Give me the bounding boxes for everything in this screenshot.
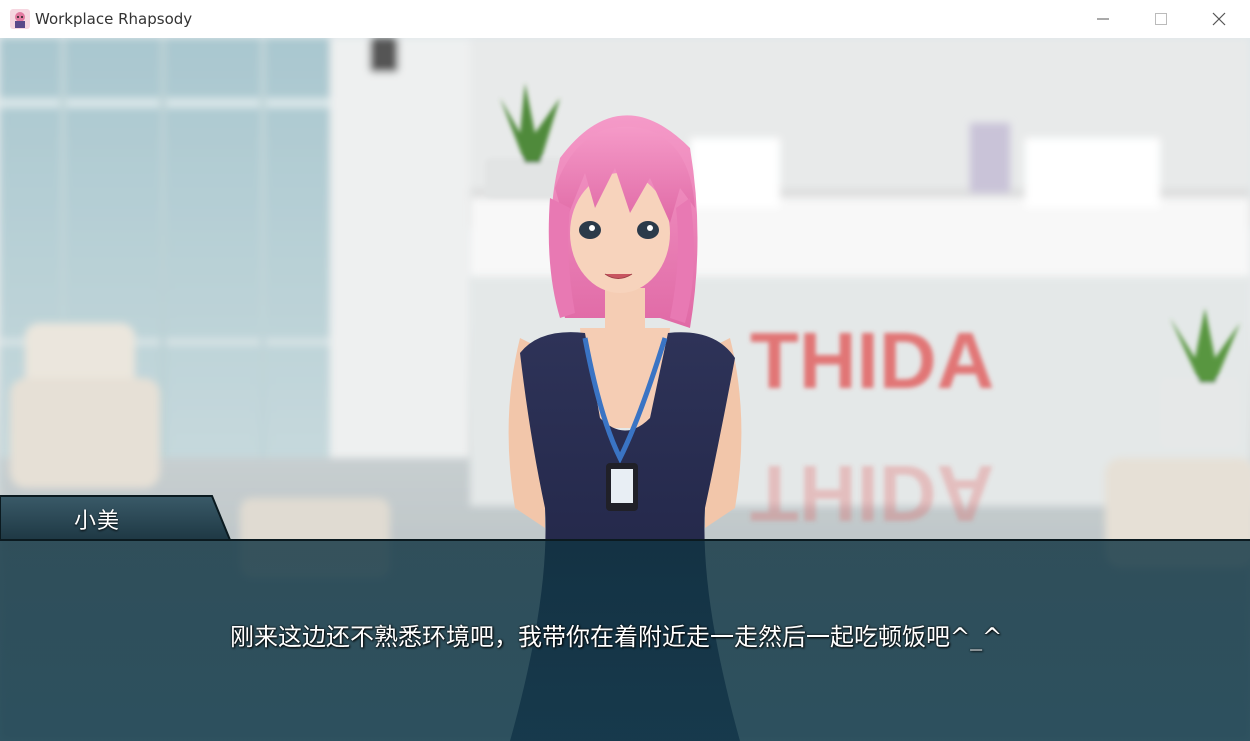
maximize-button[interactable] xyxy=(1132,0,1190,38)
title-bar[interactable]: Workplace Rhapsody xyxy=(0,0,1250,39)
maximize-icon xyxy=(1155,13,1167,25)
game-window: Workplace Rhapsody THIDA THIDA 小美 刚来这边还不… xyxy=(0,0,1250,741)
svg-text:THIDA: THIDA xyxy=(750,316,994,405)
dialogue-text: 刚来这边还不熟悉环境吧，我带你在着附近走一走然后一起吃顿饭吧^_^ xyxy=(230,623,1003,651)
close-icon xyxy=(1212,12,1226,26)
speaker-name: 小美 xyxy=(74,509,121,534)
window-title: Workplace Rhapsody xyxy=(35,10,193,28)
close-button[interactable] xyxy=(1190,0,1248,38)
minimize-button[interactable] xyxy=(1074,0,1132,38)
svg-text:THIDA: THIDA xyxy=(750,449,994,538)
minimize-icon xyxy=(1097,18,1109,20)
app-icon xyxy=(10,9,30,29)
